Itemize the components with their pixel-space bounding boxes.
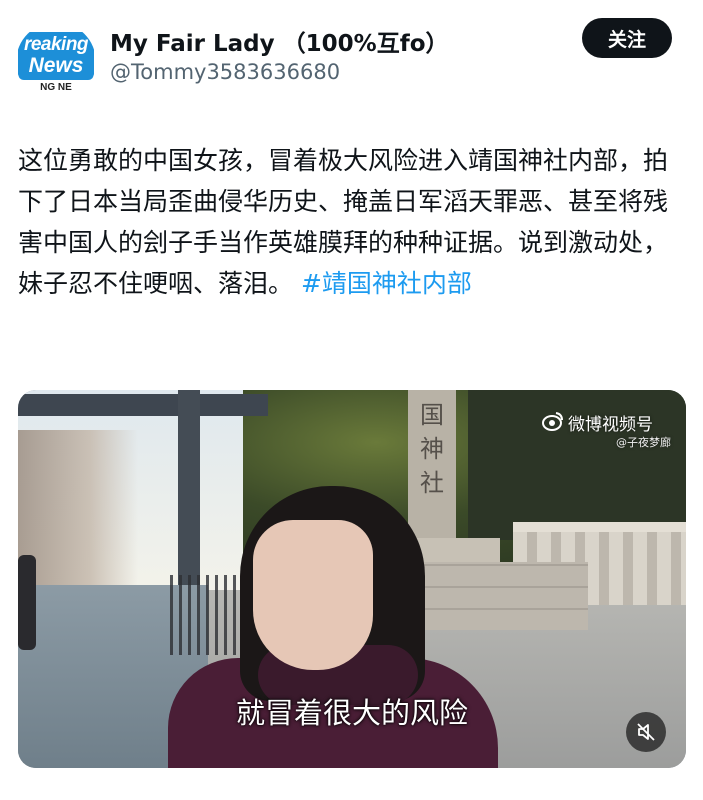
iron-fence — [170, 575, 250, 655]
video-subtitle: 就冒着很大的风险 — [235, 696, 468, 730]
mute-button[interactable] — [626, 712, 666, 752]
follow-button[interactable]: 关注 — [582, 18, 672, 58]
logo-text-line3: NG NE — [40, 82, 72, 93]
muted-speaker-icon — [637, 723, 655, 741]
torii-gate-pillar — [178, 390, 200, 590]
post-text: 这位勇敢的中国女孩，冒着极大风险进入靖国神社内部，拍下了日本当局歪曲侵华历史、掩… — [18, 140, 688, 304]
stone-railing-top — [513, 522, 686, 532]
display-name[interactable]: My Fair Lady （100%互fo） — [110, 24, 449, 58]
watermark-text: 微博视频号 — [568, 415, 653, 435]
stone-wall — [413, 562, 588, 630]
torii-gate-beam — [18, 394, 268, 416]
tweet-header: reaking News NG NE My Fair Lady （100%互fo… — [0, 0, 703, 110]
distant-person — [18, 555, 36, 650]
avatar[interactable]: reaking News NG NE — [16, 22, 96, 102]
user-handle[interactable]: @Tommy3583636680 — [110, 60, 340, 84]
video-watermark: 微博视频号 — [542, 410, 653, 435]
hashtag-link[interactable]: #靖国神社内部 — [301, 269, 472, 298]
breaking-news-logo: reaking News — [18, 32, 94, 80]
logo-text-line2: News — [28, 54, 84, 77]
logo-text-line1: reaking — [23, 34, 89, 55]
pillar-inscription: 国神社 — [420, 401, 444, 497]
woman-face — [253, 520, 373, 670]
video-player[interactable]: 国神社 微博视频号 @子夜梦廊 就冒着很大的风险 — [18, 390, 686, 768]
watermark-author: @子夜梦廊 — [616, 436, 671, 449]
